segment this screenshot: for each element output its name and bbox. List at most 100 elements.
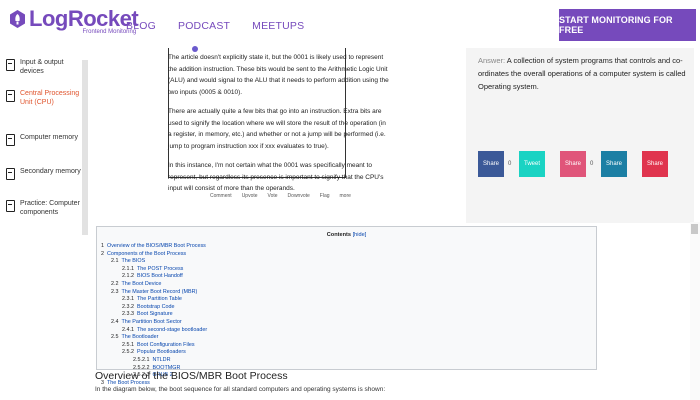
toc-entry-number: 2.2 bbox=[111, 281, 119, 287]
answer-label: Answer: bbox=[478, 56, 506, 65]
document-icon bbox=[6, 59, 15, 71]
sidebar-item-label: Computer memory bbox=[20, 134, 78, 141]
toc-entry[interactable]: 2.5.1 Boot Configuration Files bbox=[122, 342, 195, 349]
sidebar-item-computer-memory[interactable]: Computer memory bbox=[6, 133, 82, 146]
rocket-icon bbox=[8, 9, 27, 31]
toc-entry[interactable]: 2 Components of the Boot Process bbox=[101, 251, 186, 258]
toc-entry-label: Bootstrap Code bbox=[137, 303, 175, 310]
sidebar-item-practice[interactable]: Practice: Computer components bbox=[6, 199, 82, 217]
answer-text: Answer: A collection of system programs … bbox=[478, 54, 686, 93]
toc-entry-label: NTLDR bbox=[152, 357, 171, 363]
downvote-button[interactable]: Downvote bbox=[288, 193, 310, 199]
table-of-contents: Contents [hide] 1 Overview of the BIOS/MB… bbox=[96, 226, 597, 386]
toc-entry-label: The Bootloader bbox=[121, 334, 159, 341]
toc-entry[interactable]: 2.3 The Master Boot Record (MBR) bbox=[111, 289, 197, 296]
document-icon bbox=[6, 200, 15, 212]
toc-entry-number: 1 bbox=[101, 243, 104, 249]
linkedin-share-button[interactable]: Share bbox=[601, 151, 627, 177]
document-text: The article doesn't explicitly state it,… bbox=[168, 52, 390, 203]
sidebar-item-input-output[interactable]: Input & output devices bbox=[6, 58, 82, 76]
toc-entry-label: The Partition Table bbox=[137, 296, 182, 303]
comment-toolbar: Comment Upvote Vote Downvote Flag more bbox=[210, 193, 351, 199]
document-paragraph: In this instance, I'm not certain what t… bbox=[168, 162, 384, 192]
document-icon bbox=[6, 90, 15, 102]
toc-entry[interactable]: 2.2 The Boot Device bbox=[111, 281, 161, 288]
toc-entry-label: The Master Boot Record (MBR) bbox=[121, 288, 198, 295]
nav-podcast-link[interactable]: PODCAST bbox=[178, 20, 230, 32]
sidebar-item-label: Practice: Computer components bbox=[20, 200, 80, 216]
toc-entry-label: The POST Process bbox=[137, 265, 184, 272]
toc-entry[interactable]: 2.1.2 BIOS Boot Handoff bbox=[122, 273, 183, 280]
sidebar-item-cpu[interactable]: Central Processing Unit (CPU) bbox=[6, 89, 82, 107]
toc-entry[interactable]: 2.4 The Partition Boot Sector bbox=[111, 319, 182, 326]
sidebar-item-label: Central Processing Unit (CPU) bbox=[20, 90, 80, 106]
toc-entry[interactable]: 2.1 The BIOS bbox=[111, 258, 145, 265]
toc-entry[interactable]: 2.5.2 Popular Bootloaders bbox=[122, 349, 186, 356]
comment-button[interactable]: Comment bbox=[210, 193, 232, 199]
toc-entry-label: Overview of the BIOS/MBR Boot Process bbox=[107, 243, 206, 249]
section-heading: Overview of the BIOS/MBR Boot Process bbox=[95, 370, 288, 382]
toc-entry-label: Components of the Boot Process bbox=[107, 250, 187, 257]
twitter-tweet-button[interactable]: Tweet bbox=[519, 151, 545, 177]
toc-entry-number: 2.1 bbox=[111, 258, 119, 265]
nav-blog-link[interactable]: BLOG bbox=[126, 20, 156, 32]
upvote-button[interactable]: Upvote bbox=[242, 193, 258, 199]
toc-entry[interactable]: 1 Overview of the BIOS/MBR Boot Process bbox=[101, 243, 206, 250]
toc-entry[interactable]: 2.3.1 The Partition Table bbox=[122, 296, 182, 303]
answer-body: A collection of system programs that con… bbox=[478, 56, 686, 91]
toc-entry-number: 2.3.2 bbox=[122, 303, 134, 310]
toc-entry-number: 2.4.1 bbox=[122, 326, 134, 333]
site-header: LogRocket Frontend Monitoring BLOG PODCA… bbox=[0, 0, 700, 48]
document-paragraph: There are actually quite a few bits that… bbox=[168, 108, 386, 150]
toc-entry[interactable]: 2.5.2.1 NTLDR bbox=[133, 357, 170, 364]
toc-entry-label: Boot Signature bbox=[137, 311, 173, 318]
toc-entry[interactable]: 2.5 The Bootloader bbox=[111, 334, 158, 341]
toc-entry-number: 2.5.1 bbox=[122, 341, 134, 348]
toc-entry-label: Popular Bootloaders bbox=[137, 349, 186, 356]
toc-entry-number: 2.1.2 bbox=[122, 273, 134, 280]
toc-entry[interactable]: 2.3.3 Boot Signature bbox=[122, 311, 173, 318]
toc-entry-number: 2.5.2 bbox=[122, 349, 134, 356]
toc-entry[interactable]: 2.3.2 Bootstrap Code bbox=[122, 304, 174, 311]
pinterest-share-button[interactable]: Share bbox=[560, 151, 586, 177]
document-icon bbox=[6, 168, 15, 180]
toc-entry[interactable]: 2.4.1 The second-stage bootloader bbox=[122, 327, 207, 334]
page-scrollbar[interactable] bbox=[690, 222, 700, 400]
sidebar-item-label: Input & output devices bbox=[20, 59, 64, 75]
facebook-share-button[interactable]: Share bbox=[478, 151, 504, 177]
vote-button[interactable]: Vote bbox=[268, 193, 278, 199]
toc-entry-label: The Partition Boot Sector bbox=[121, 319, 182, 325]
share-buttons: Share 0 Tweet Share 0 Share Share bbox=[478, 151, 668, 177]
toc-entry-number: 2.3 bbox=[111, 288, 119, 295]
nav-meetups-link[interactable]: MEETUPS bbox=[252, 20, 304, 32]
toc-entry-number: 2.1.1 bbox=[122, 265, 134, 272]
share-count: 0 bbox=[508, 161, 512, 167]
toc-entry-number: 2.3.3 bbox=[122, 311, 134, 318]
share-count: 0 bbox=[590, 161, 594, 167]
sidebar-item-secondary-memory[interactable]: Secondary memory bbox=[6, 167, 82, 180]
section-intro: In the diagram below, the boot sequence … bbox=[95, 386, 386, 393]
toc-title: Contents bbox=[326, 232, 351, 238]
sidebar-item-label: Secondary memory bbox=[20, 168, 81, 175]
toc-entry-number: 2.5.2.1 bbox=[133, 357, 150, 363]
start-monitoring-button[interactable]: START MONITORING FOR FREE bbox=[559, 9, 696, 41]
main-nav: BLOG PODCAST MEETUPS bbox=[126, 20, 304, 32]
toc-entry[interactable]: 2.1.1 The POST Process bbox=[122, 266, 183, 273]
scrollbar-thumb[interactable] bbox=[691, 224, 698, 234]
toc-entry-number: 2 bbox=[101, 250, 104, 257]
toc-entry-number: 2.5 bbox=[111, 334, 119, 341]
toc-entry-number: 2.4 bbox=[111, 319, 119, 325]
toc-entry-label: Boot Configuration Files bbox=[137, 341, 195, 348]
flag-button[interactable]: Flag bbox=[320, 193, 330, 199]
email-share-button[interactable]: Share bbox=[642, 151, 668, 177]
embedded-document-panel: The article doesn't explicitly state it,… bbox=[88, 46, 468, 223]
toc-entry-label: BIOS Boot Handoff bbox=[137, 273, 183, 280]
toc-entry-label: The Boot Device bbox=[121, 281, 162, 287]
document-paragraph: The article doesn't explicitly state it,… bbox=[168, 54, 389, 96]
more-button[interactable]: more bbox=[340, 193, 351, 199]
toc-header: Contents [hide] bbox=[97, 227, 596, 241]
logrocket-logo[interactable]: LogRocket Frontend Monitoring bbox=[8, 6, 139, 35]
answer-panel: Answer: A collection of system programs … bbox=[466, 48, 694, 223]
logo-wordmark: LogRocket bbox=[29, 6, 139, 31]
toc-hide-link[interactable]: [hide] bbox=[353, 232, 367, 238]
